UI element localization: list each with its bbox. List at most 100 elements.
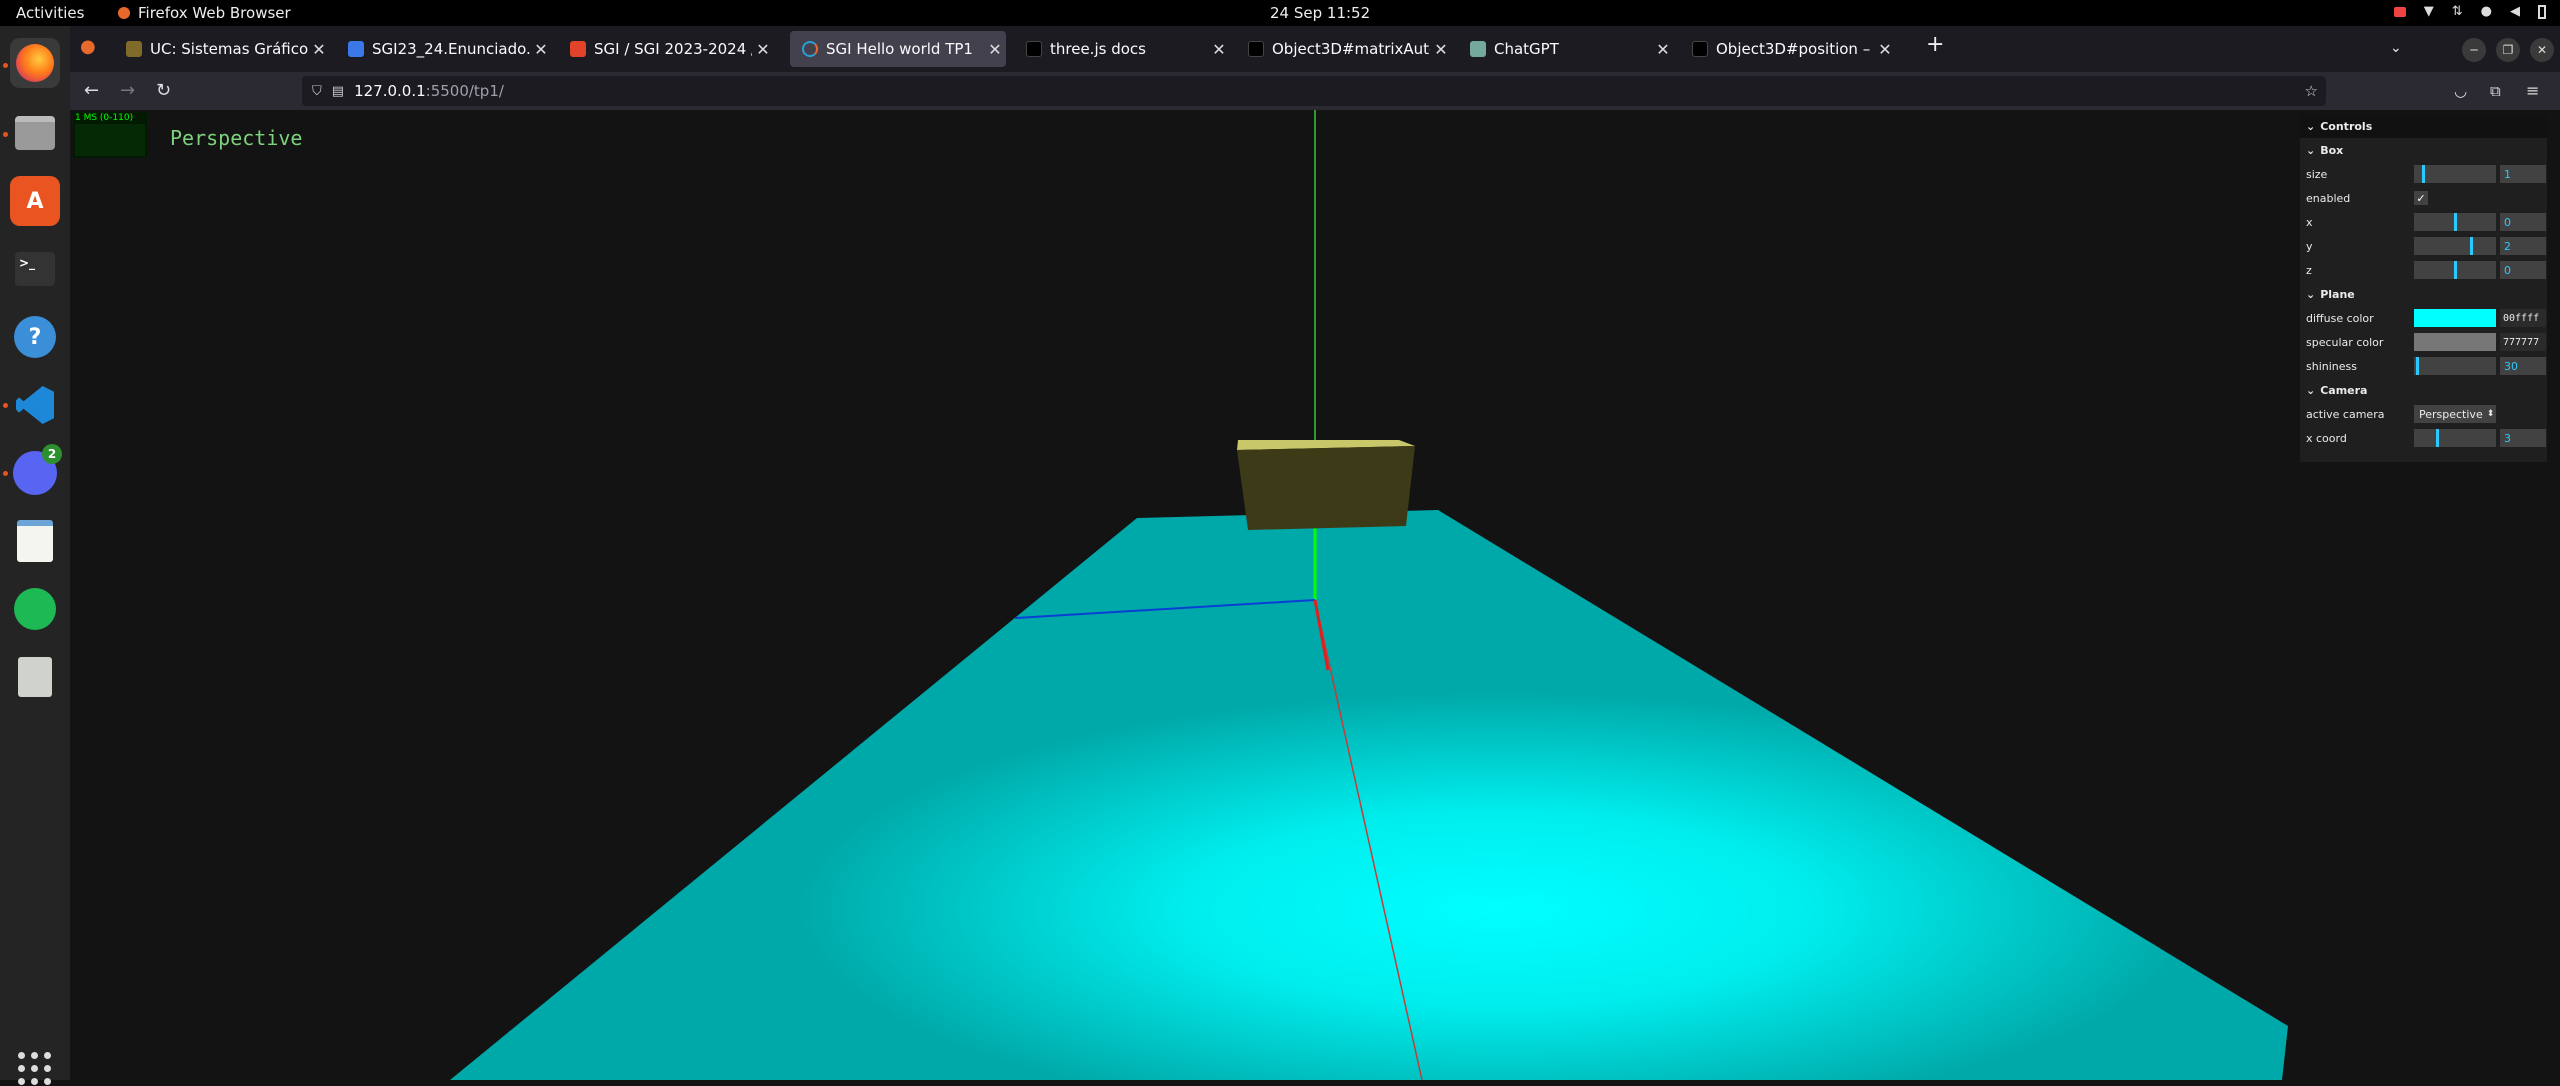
tab-object3d-position[interactable]: Object3D#position – thre ✕ bbox=[1680, 31, 1896, 67]
camera-folder-title[interactable]: ⌄ Camera bbox=[2300, 378, 2547, 402]
webgl-canvas[interactable]: 1 MS (0-110) Perspective ⌄ Controls ⌄ Box … bbox=[70, 110, 2560, 1080]
close-icon[interactable]: ✕ bbox=[984, 40, 1006, 59]
box-front-face bbox=[1237, 446, 1415, 530]
tab-object3d-matrix[interactable]: Object3D#matrixAutoUp ✕ bbox=[1236, 31, 1452, 67]
activities-button[interactable]: Activities bbox=[16, 4, 84, 22]
close-icon[interactable]: ✕ bbox=[1430, 40, 1452, 59]
extensions-icon[interactable]: ⧉ bbox=[2490, 82, 2501, 100]
app-center-icon[interactable]: A bbox=[10, 176, 60, 226]
x-input[interactable]: 0 bbox=[2500, 213, 2546, 231]
files-icon[interactable] bbox=[10, 108, 60, 158]
forward-icon[interactable]: → bbox=[120, 80, 135, 101]
z-slider[interactable] bbox=[2414, 261, 2496, 279]
tab-sgi-gitlab[interactable]: SGI / SGI 2023-2024 / T03 ✕ bbox=[558, 31, 774, 67]
xcoord-slider[interactable] bbox=[2414, 429, 2496, 447]
specular-label: specular color bbox=[2306, 335, 2384, 349]
tab-label: SGI / SGI 2023-2024 / T03 bbox=[594, 40, 752, 58]
tab-sgi-enunciado[interactable]: SGI23_24.Enunciado.T1 ✕ bbox=[336, 31, 552, 67]
close-window-icon[interactable]: ✕ bbox=[2530, 38, 2554, 62]
x-slider[interactable] bbox=[2414, 213, 2496, 231]
tab-favicon bbox=[1470, 41, 1486, 57]
enabled-checkbox[interactable]: ✓ bbox=[2414, 191, 2428, 205]
tab-favicon bbox=[1026, 41, 1042, 57]
bookmark-star-icon[interactable]: ☆ bbox=[2305, 82, 2318, 100]
pocket-icon[interactable]: ◡ bbox=[2454, 82, 2467, 100]
xcoord-label: x coord bbox=[2306, 431, 2347, 445]
firefox-view-icon[interactable]: ● bbox=[80, 36, 96, 57]
camera-label: Perspective bbox=[170, 126, 303, 150]
plane-folder-title[interactable]: ⌄ Plane bbox=[2300, 282, 2547, 306]
tab-threejs-docs[interactable]: three.js docs ✕ bbox=[1014, 31, 1230, 67]
box-title: Box bbox=[2320, 143, 2344, 157]
shield-icon[interactable]: ⛉ bbox=[312, 84, 322, 99]
url-text[interactable]: 127.0.0.1:5500/tp1/ bbox=[354, 82, 504, 100]
box-enabled-control: enabled ✓ bbox=[2300, 186, 2547, 210]
back-icon[interactable]: ← bbox=[84, 80, 99, 101]
tab-uc-sistemas[interactable]: UC: Sistemas Gráficos Inte ✕ bbox=[114, 31, 330, 67]
discord-icon[interactable]: 2 bbox=[10, 444, 62, 498]
y-input[interactable]: 2 bbox=[2500, 237, 2546, 255]
chevron-down-icon: ⌄ bbox=[2306, 383, 2316, 397]
size-slider[interactable] bbox=[2414, 165, 2496, 183]
show-apps-icon[interactable] bbox=[18, 1052, 52, 1086]
shininess-input[interactable]: 30 bbox=[2500, 357, 2546, 375]
clock[interactable]: 24 Sep 11:52 bbox=[1270, 4, 1370, 22]
active-camera-label: active camera bbox=[2306, 407, 2385, 421]
wifi-icon: ▼ bbox=[2423, 4, 2434, 19]
help-icon[interactable]: ? bbox=[10, 312, 60, 362]
reload-icon[interactable]: ↻ bbox=[156, 80, 171, 101]
list-tabs-icon[interactable]: ⌄ bbox=[2390, 40, 2402, 56]
active-camera-select[interactable]: Perspective ⬍ bbox=[2414, 405, 2496, 423]
close-icon[interactable]: ✕ bbox=[1652, 40, 1674, 59]
app-menu[interactable]: Firefox Web Browser bbox=[118, 4, 291, 22]
tab-label: SGI Hello world TP1 bbox=[826, 40, 973, 58]
size-input[interactable]: 1 bbox=[2500, 165, 2546, 183]
diffuse-color-swatch[interactable] bbox=[2414, 309, 2496, 327]
firefox-icon[interactable] bbox=[10, 38, 60, 88]
url-bar[interactable]: ⛉ ▤ 127.0.0.1:5500/tp1/ ☆ bbox=[302, 76, 2326, 106]
app-name-label: Firefox Web Browser bbox=[138, 4, 291, 22]
page-info-icon[interactable]: ▤ bbox=[332, 84, 344, 99]
stats-panel[interactable]: 1 MS (0-110) bbox=[73, 112, 147, 158]
tab-favicon bbox=[1248, 41, 1264, 57]
navigation-bar: ← → ↻ ⛉ ▤ 127.0.0.1:5500/tp1/ ☆ ◡ ⧉ ≡ bbox=[70, 72, 2560, 110]
spotify-icon[interactable] bbox=[10, 584, 60, 634]
active-camera-value: Perspective bbox=[2419, 407, 2483, 421]
trash-icon[interactable] bbox=[10, 652, 60, 702]
vscode-icon[interactable] bbox=[10, 380, 60, 430]
maximize-icon[interactable]: ❐ bbox=[2496, 38, 2520, 62]
specular-color-swatch[interactable] bbox=[2414, 333, 2496, 351]
plane-diffuse-control: diffuse color 00ffff bbox=[2300, 306, 2547, 330]
terminal-icon[interactable]: >_ bbox=[10, 244, 60, 294]
system-tray[interactable]: ▼ ⇅ ● ◀ bbox=[2393, 4, 2546, 19]
running-indicator bbox=[3, 403, 8, 408]
y-label: y bbox=[2306, 239, 2313, 253]
y-slider[interactable] bbox=[2414, 237, 2496, 255]
text-editor-icon[interactable] bbox=[10, 516, 60, 566]
close-icon[interactable]: ✕ bbox=[752, 40, 774, 59]
tab-chatgpt[interactable]: ChatGPT ✕ bbox=[1458, 31, 1674, 67]
minimize-icon[interactable]: ─ bbox=[2462, 38, 2486, 62]
box-folder-title[interactable]: ⌄ Box bbox=[2300, 138, 2547, 162]
menu-icon[interactable]: ≡ bbox=[2526, 81, 2539, 100]
close-icon[interactable]: ✕ bbox=[530, 40, 552, 59]
running-indicator bbox=[3, 132, 8, 137]
tab-sgi-hello-world[interactable]: SGI Hello world TP1 ✕ bbox=[790, 31, 1006, 67]
new-tab-icon[interactable]: + bbox=[1926, 32, 1944, 57]
close-icon[interactable]: ✕ bbox=[308, 40, 330, 59]
close-icon[interactable]: ✕ bbox=[1874, 40, 1896, 59]
specular-hex-input[interactable]: 777777 bbox=[2500, 333, 2546, 351]
z-input[interactable]: 0 bbox=[2500, 261, 2546, 279]
plane-specular-control: specular color 777777 bbox=[2300, 330, 2547, 354]
close-icon[interactable]: ✕ bbox=[1208, 40, 1230, 59]
discord-tray-icon[interactable] bbox=[2393, 6, 2406, 17]
tab-label: three.js docs bbox=[1050, 40, 1146, 58]
tab-favicon bbox=[126, 41, 142, 57]
controls-folder-title[interactable]: ⌄ Controls bbox=[2300, 114, 2547, 138]
xcoord-input[interactable]: 3 bbox=[2500, 429, 2546, 447]
shininess-slider[interactable] bbox=[2414, 357, 2496, 375]
running-indicator bbox=[3, 471, 8, 476]
box-z-control: z 0 bbox=[2300, 258, 2547, 282]
diffuse-hex-input[interactable]: 00ffff bbox=[2500, 309, 2546, 327]
stats-text: 1 MS (0-110) bbox=[75, 113, 134, 123]
